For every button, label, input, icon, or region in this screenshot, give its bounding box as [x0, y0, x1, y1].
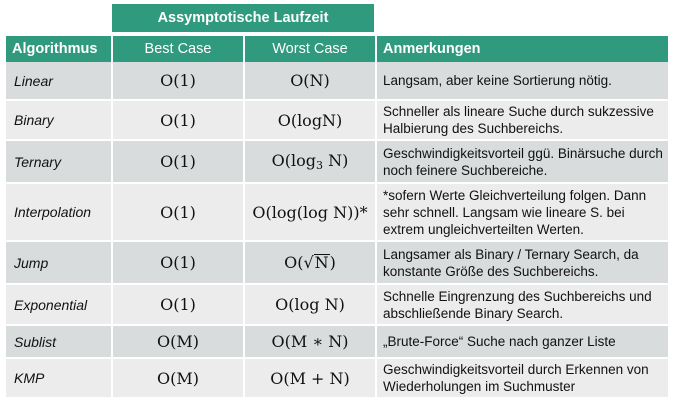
- table-row: Sublist O(M) O(M ∗ N) „Brute-Force“ Such…: [6, 325, 668, 359]
- worst-case: O(log(log N))*: [244, 183, 377, 242]
- note: Geschwindigkeitsvorteil ggü. Binärsuche …: [376, 140, 668, 184]
- header-row: Algorithmus Best Case Worst Case Anmerku…: [6, 36, 668, 62]
- algorithm-name: Linear: [6, 62, 113, 101]
- header-algorithm: Algorithmus: [6, 36, 113, 62]
- algorithm-name: Interpolation: [6, 183, 113, 242]
- worst-case: O(log3 N): [244, 140, 377, 184]
- note: Schneller als lineare Suche durch sukzes…: [376, 100, 668, 141]
- best-case: O(1): [112, 183, 245, 242]
- worst-case-prefix: O(log: [271, 151, 317, 170]
- table-row: Ternary O(1) O(log3 N) Geschwindigkeitsv…: [6, 140, 668, 184]
- worst-case: O(logN): [244, 100, 377, 141]
- log-base-subscript: 3: [316, 159, 324, 172]
- worst-case: O(√N): [244, 241, 377, 285]
- worst-case: O(N): [244, 62, 377, 101]
- sqrt-radicand: N: [313, 253, 330, 272]
- note: *sofern Werte Gleichverteilung folgen. D…: [376, 183, 668, 242]
- best-case: O(M): [112, 358, 245, 399]
- table-row: Jump O(1) O(√N) Langsamer als Binary / T…: [6, 241, 668, 285]
- note: Geschwindigkeitsvorteil durch Erkennen v…: [376, 358, 668, 399]
- algorithm-name: KMP: [6, 358, 113, 399]
- algorithm-name: Jump: [6, 241, 113, 285]
- algorithm-name: Exponential: [6, 284, 113, 326]
- best-case: O(M): [112, 325, 245, 359]
- header-notes: Anmerkungen: [376, 36, 668, 62]
- note: Langsam, aber keine Sortierung nötig.: [376, 62, 668, 101]
- column-group-header: Assymptotische Laufzeit: [112, 4, 374, 32]
- worst-case-suffix: N): [323, 151, 349, 170]
- worst-case: O(M ∗ N): [244, 325, 377, 359]
- table-row: Interpolation O(1) O(log(log N))* *sofer…: [6, 183, 668, 242]
- best-case: O(1): [112, 140, 245, 184]
- algorithm-name: Ternary: [6, 140, 113, 184]
- header-worst-case: Worst Case: [244, 36, 377, 62]
- table-row: Linear O(1) O(N) Langsam, aber keine Sor…: [6, 62, 668, 101]
- best-case: O(1): [112, 62, 245, 101]
- worst-case-suffix: ): [329, 253, 336, 272]
- sqrt-icon: √: [303, 253, 314, 272]
- best-case: O(1): [112, 241, 245, 285]
- header-best-case: Best Case: [112, 36, 245, 62]
- note: Schnelle Eingrenzung des Suchbereichs un…: [376, 284, 668, 326]
- table-row: Binary O(1) O(logN) Schneller als linear…: [6, 100, 668, 141]
- best-case: O(1): [112, 100, 245, 141]
- worst-case: O(M + N): [244, 358, 377, 399]
- note: „Brute-Force“ Suche nach ganzer Liste: [376, 325, 668, 359]
- worst-case: O(log N): [244, 284, 377, 326]
- table-row: Exponential O(1) O(log N) Schnelle Eingr…: [6, 284, 668, 326]
- algorithm-complexity-table: Algorithmus Best Case Worst Case Anmerku…: [6, 36, 668, 399]
- best-case: O(1): [112, 284, 245, 326]
- algorithm-name: Sublist: [6, 325, 113, 359]
- algorithm-name: Binary: [6, 100, 113, 141]
- worst-case-prefix: O(: [284, 253, 304, 272]
- table-row: KMP O(M) O(M + N) Geschwindigkeitsvortei…: [6, 358, 668, 399]
- note: Langsamer als Binary / Ternary Search, d…: [376, 241, 668, 285]
